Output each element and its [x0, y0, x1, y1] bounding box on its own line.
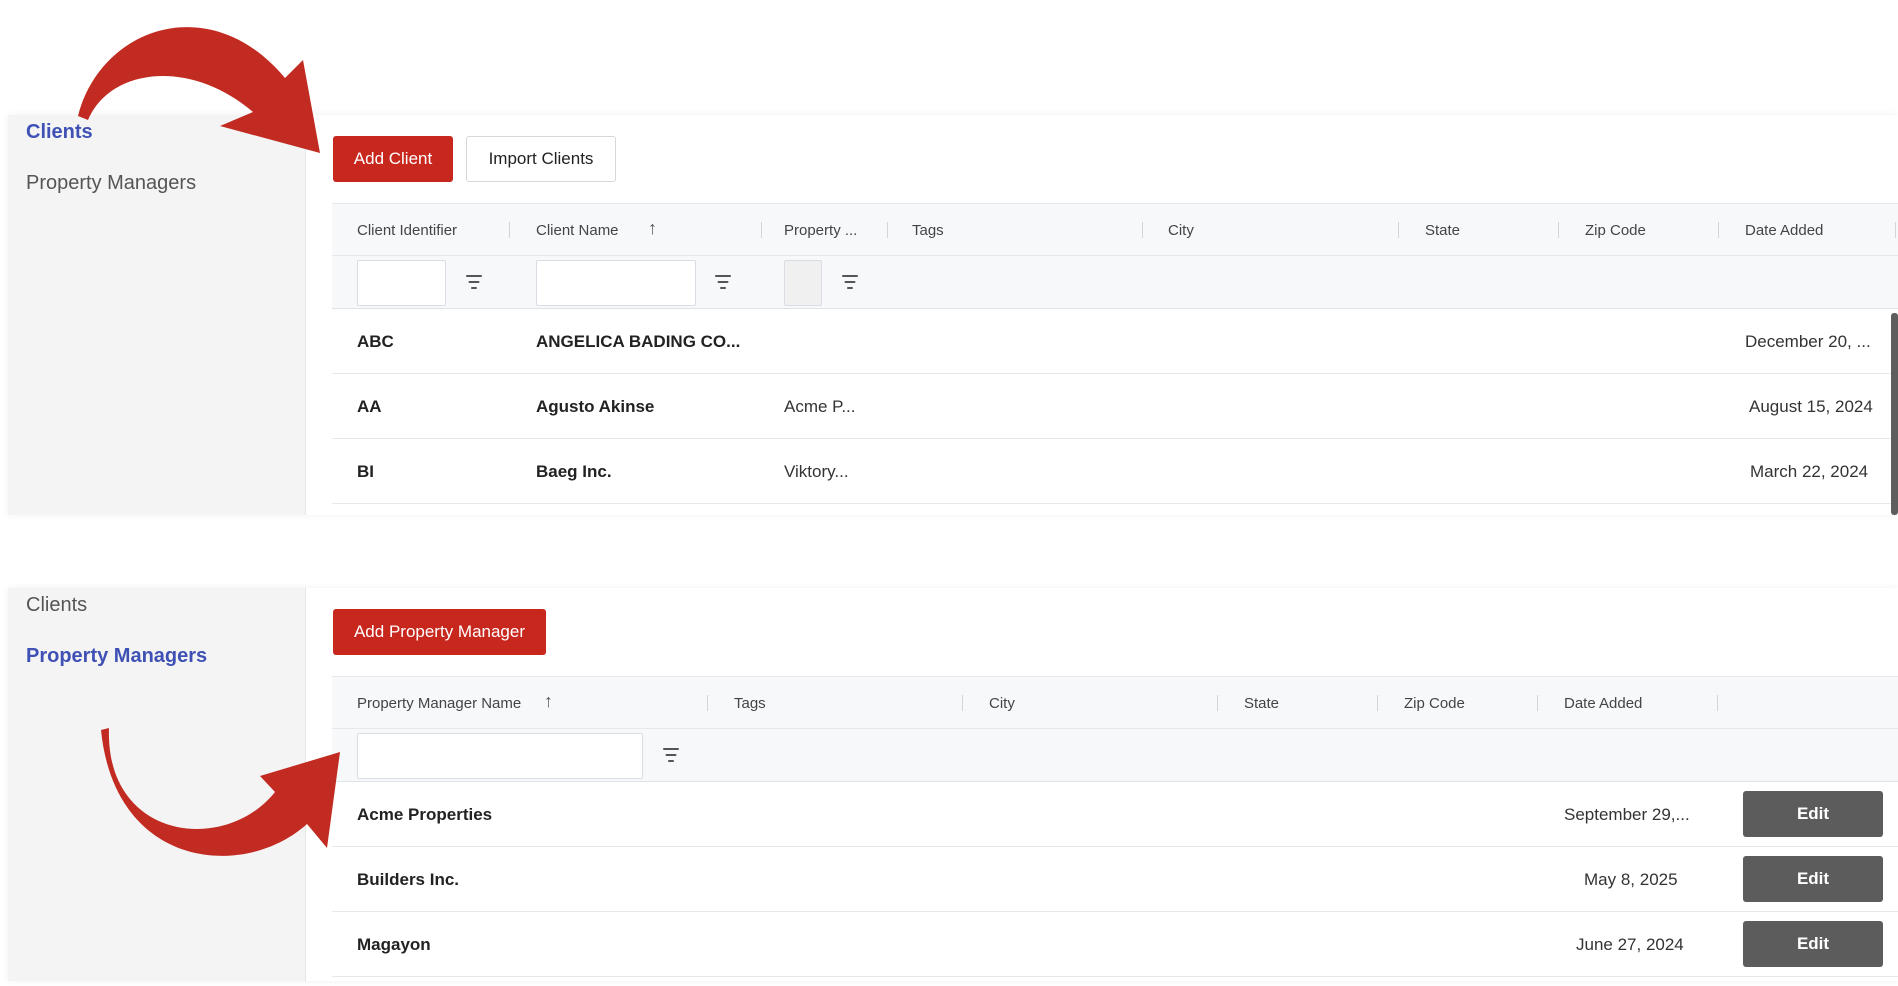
- column-header[interactable]: City: [989, 677, 1015, 729]
- column-separator[interactable]: [1895, 222, 1896, 238]
- client-identifier-filter-input[interactable]: [357, 260, 446, 306]
- edit-button[interactable]: Edit: [1743, 791, 1883, 837]
- client-identifier-cell: AA: [357, 396, 382, 416]
- table-row[interactable]: ABC ANGELICA BADING CO... December 20, .…: [332, 309, 1898, 374]
- client-identifier-cell: ABC: [357, 331, 394, 351]
- sidebar-item-property-managers[interactable]: Property Managers: [26, 172, 196, 195]
- filter-row: [332, 729, 1898, 782]
- column-header[interactable]: Date Added: [1564, 677, 1642, 729]
- sidebar: Clients Property Managers: [8, 115, 306, 515]
- property-cell: Viktory...: [784, 461, 849, 481]
- column-separator[interactable]: [1398, 222, 1399, 238]
- table-row[interactable]: BI Baeg Inc. Viktory... March 22, 2024: [332, 439, 1898, 504]
- column-separator[interactable]: [1717, 695, 1718, 711]
- filter-icon[interactable]: [464, 272, 484, 292]
- property-manager-name-cell: Builders Inc.: [357, 869, 460, 889]
- table-row[interactable]: Builders Inc. May 8, 2025 Edit: [332, 847, 1898, 912]
- property-managers-main: Add Property Manager Property Manager Na…: [306, 588, 1898, 981]
- column-header[interactable]: Property Manager Name: [357, 677, 521, 729]
- table-header: Client Identifier Client Name ↑ Property…: [332, 204, 1898, 256]
- filter-row: [332, 256, 1898, 309]
- column-header[interactable]: State: [1425, 204, 1460, 256]
- property-filter-input[interactable]: [784, 260, 822, 306]
- property-manager-name-cell: Acme Properties: [357, 804, 493, 824]
- sort-ascending-icon[interactable]: ↑: [648, 218, 657, 239]
- column-separator[interactable]: [1718, 222, 1719, 238]
- client-name-filter-input[interactable]: [536, 260, 696, 306]
- table-row[interactable]: AA Agusto Akinse Acme P... August 15, 20…: [332, 374, 1898, 439]
- column-separator[interactable]: [1558, 222, 1559, 238]
- filter-icon[interactable]: [713, 272, 733, 292]
- date-added-cell: June 27, 2024: [1576, 934, 1684, 954]
- property-managers-table: Property Manager Name ↑ Tags City State …: [332, 676, 1898, 977]
- clients-table: Client Identifier Client Name ↑ Property…: [332, 203, 1898, 504]
- column-header[interactable]: City: [1168, 204, 1194, 256]
- clients-panel: Clients Property Managers Add Client Imp…: [8, 115, 1898, 515]
- date-added-cell: May 8, 2025: [1584, 869, 1678, 889]
- filter-icon[interactable]: [840, 272, 860, 292]
- add-property-manager-button[interactable]: Add Property Manager: [333, 609, 546, 655]
- edit-button[interactable]: Edit: [1743, 921, 1883, 967]
- curved-red-arrow-icon: [101, 728, 340, 856]
- client-name-cell: Baeg Inc.: [536, 461, 612, 481]
- column-header[interactable]: Client Identifier: [357, 204, 457, 256]
- date-added-cell: December 20, ...: [1745, 331, 1871, 351]
- date-added-cell: March 22, 2024: [1750, 461, 1869, 481]
- column-separator[interactable]: [707, 695, 708, 711]
- table-row[interactable]: Acme Properties September 29,... Edit: [332, 782, 1898, 847]
- table-header: Property Manager Name ↑ Tags City State …: [332, 677, 1898, 729]
- client-name-cell: ANGELICA BADING CO...: [536, 331, 741, 351]
- column-header[interactable]: Zip Code: [1404, 677, 1465, 729]
- vertical-scrollbar[interactable]: [1891, 313, 1898, 515]
- property-manager-name-cell: Magayon: [357, 934, 431, 954]
- column-header[interactable]: State: [1244, 677, 1279, 729]
- sidebar-item-clients[interactable]: Clients: [26, 594, 87, 617]
- sort-ascending-icon[interactable]: ↑: [544, 691, 553, 712]
- property-manager-name-filter-input[interactable]: [357, 733, 643, 779]
- date-added-cell: September 29,...: [1564, 804, 1690, 824]
- column-separator[interactable]: [1142, 222, 1143, 238]
- column-header[interactable]: Tags: [912, 204, 944, 256]
- edit-button[interactable]: Edit: [1743, 856, 1883, 902]
- clients-main: Add Client Import Clients Client Identif…: [306, 115, 1898, 515]
- page: Clients Property Managers Add Client Imp…: [0, 0, 1898, 986]
- import-clients-button[interactable]: Import Clients: [466, 136, 616, 182]
- column-separator[interactable]: [1217, 695, 1218, 711]
- column-separator[interactable]: [1537, 695, 1538, 711]
- column-separator[interactable]: [509, 222, 510, 238]
- client-identifier-cell: BI: [357, 461, 374, 481]
- column-separator[interactable]: [962, 695, 963, 711]
- column-header[interactable]: Date Added: [1745, 204, 1823, 256]
- column-separator[interactable]: [761, 222, 762, 238]
- sidebar-item-property-managers[interactable]: Property Managers: [26, 645, 207, 668]
- column-separator[interactable]: [887, 222, 888, 238]
- table-row[interactable]: Magayon June 27, 2024 Edit: [332, 912, 1898, 977]
- client-name-cell: Agusto Akinse: [536, 396, 655, 416]
- curved-red-arrow-icon: [78, 27, 320, 153]
- column-separator[interactable]: [1377, 695, 1378, 711]
- property-cell: Acme P...: [784, 396, 856, 416]
- column-header[interactable]: Client Name: [536, 204, 619, 256]
- column-header[interactable]: Tags: [734, 677, 766, 729]
- add-client-button[interactable]: Add Client: [333, 136, 453, 182]
- filter-icon[interactable]: [661, 745, 681, 765]
- column-header[interactable]: Property ...: [784, 204, 857, 256]
- column-header[interactable]: Zip Code: [1585, 204, 1646, 256]
- date-added-cell: August 15, 2024: [1749, 396, 1873, 416]
